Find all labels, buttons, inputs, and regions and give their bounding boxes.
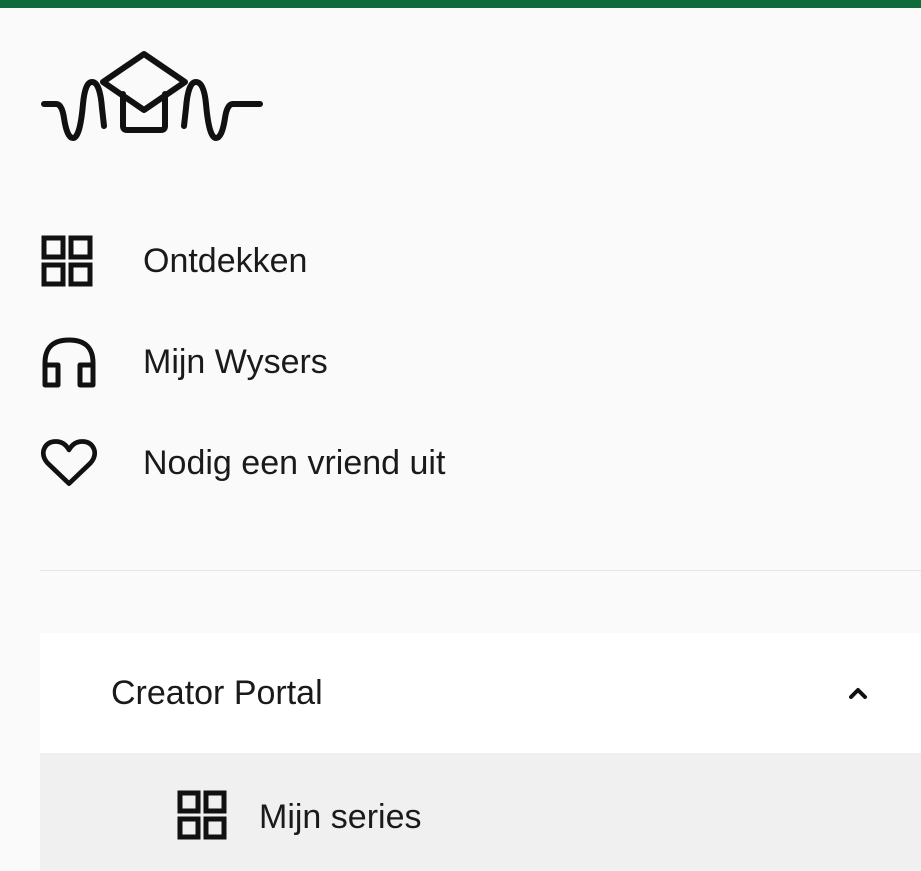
- nav-item-label: Ontdekken: [143, 241, 308, 280]
- nav-item-ontdekken[interactable]: Ontdekken: [40, 210, 921, 311]
- top-accent-bar: [0, 0, 921, 8]
- nav-item-label: Nodig een vriend uit: [143, 443, 446, 482]
- nav-item-nodig-een-vriend-uit[interactable]: Nodig een vriend uit: [40, 412, 921, 513]
- sub-item-mijn-series[interactable]: Mijn series: [40, 753, 921, 871]
- main-nav: Ontdekken Mijn Wysers Nodig een vriend u…: [40, 210, 921, 513]
- creator-portal-submenu: Mijn series: [40, 753, 921, 871]
- chevron-up-icon[interactable]: [845, 683, 871, 703]
- creator-portal-toggle[interactable]: Creator Portal: [40, 633, 921, 753]
- grid-icon: [176, 789, 228, 841]
- section-divider: [40, 570, 921, 571]
- nav-item-label: Mijn Wysers: [143, 342, 328, 381]
- headphones-icon: [40, 333, 98, 391]
- app-logo[interactable]: [40, 48, 266, 148]
- nav-item-mijn-wysers[interactable]: Mijn Wysers: [40, 311, 921, 412]
- sub-item-label: Mijn series: [259, 798, 422, 836]
- creator-portal-title: Creator Portal: [111, 674, 323, 712]
- grid-icon: [40, 232, 98, 290]
- heart-icon: [40, 434, 98, 492]
